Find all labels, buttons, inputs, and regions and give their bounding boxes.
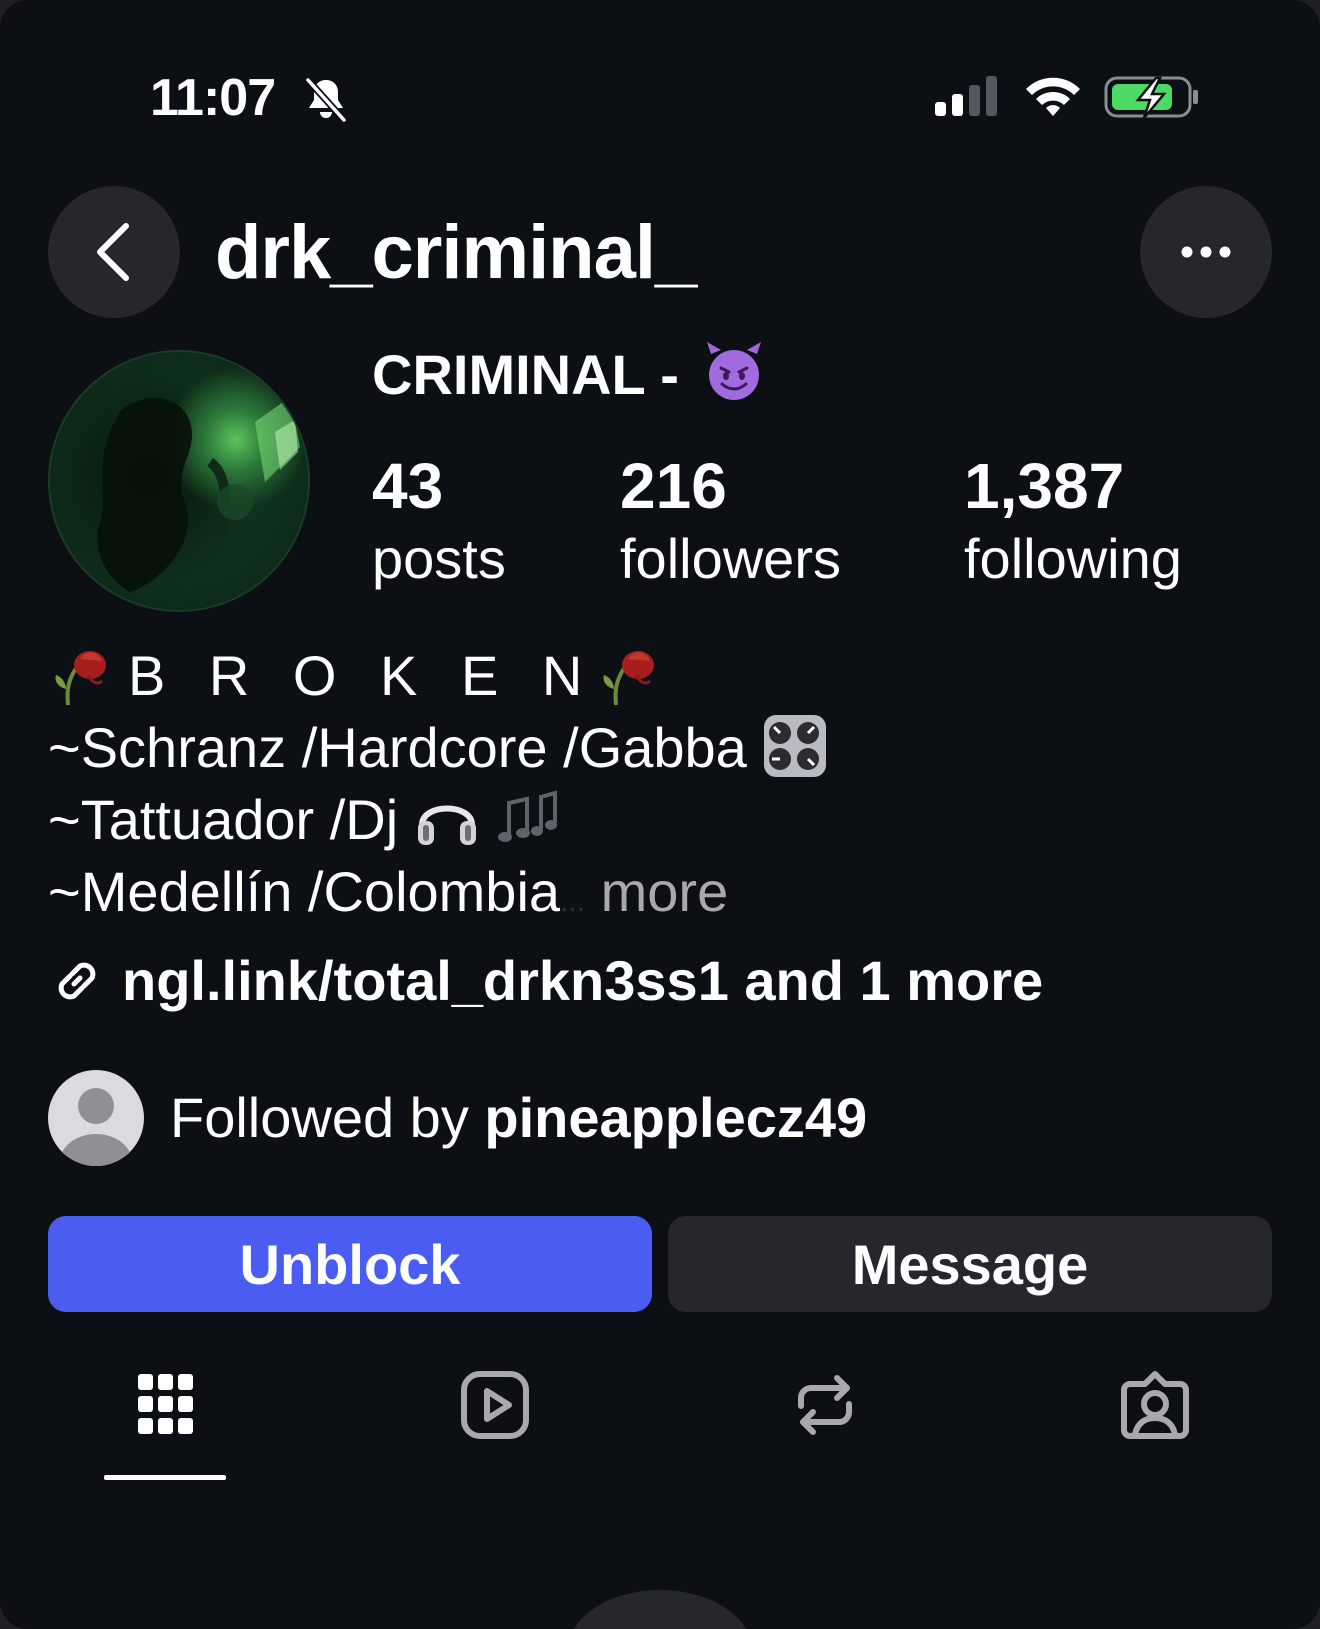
cellular-signal-icon [935, 76, 997, 116]
profile-link-text: ngl.link/total_drkn3ss1 and 1 more [122, 949, 1044, 1012]
bio-job-text: ~Tattuador /Dj [48, 788, 399, 851]
musical-notes-emoji-icon [498, 790, 558, 842]
stat-followers[interactable]: 216 followers [620, 448, 841, 594]
avatar-image [97, 397, 300, 592]
reposts-icon [798, 1375, 852, 1435]
bio-location-text: ~Medellín /Colombia [48, 860, 561, 923]
wilted-flower-emoji-icon [55, 651, 106, 706]
content-tabs [0, 1370, 1320, 1480]
more-horizontal-icon [1181, 246, 1231, 258]
tab-reels[interactable] [435, 1370, 555, 1480]
bio-line-job: ~Tattuador /Dj [48, 784, 828, 856]
stat-following-value: 1,387 [964, 450, 1125, 522]
profile-bio: B R O K E N ~Schranz /Hardcore /Gabba ~T… [48, 640, 828, 928]
bio-broken-text: B R O K E N [128, 644, 597, 707]
tab-tagged[interactable] [1095, 1370, 1215, 1480]
bio-more-link[interactable]: more [601, 860, 729, 923]
wifi-icon [1026, 77, 1080, 116]
tab-posts-grid[interactable] [105, 1370, 225, 1480]
options-button[interactable] [1140, 186, 1272, 318]
reels-icon [461, 1371, 529, 1439]
tab-reposts[interactable] [765, 1370, 885, 1480]
profile-username: drk_criminal_ [215, 210, 697, 295]
stat-following-label: following [964, 527, 1182, 590]
grid-icon [138, 1374, 193, 1434]
bio-ellipsis: ... [560, 885, 586, 918]
default-user-icon [60, 1088, 132, 1166]
followed-by-prefix: Followed by [170, 1086, 469, 1149]
status-bar: 11:07 [0, 0, 1320, 150]
followed-by-text: Followed by pineapplecz49 [170, 1070, 867, 1166]
stat-followers-label: followers [620, 527, 841, 590]
floating-bubble[interactable] [568, 1590, 752, 1629]
active-tab-indicator [104, 1475, 226, 1480]
follower-avatar [48, 1070, 144, 1166]
profile-link[interactable]: ngl.link/total_drkn3ss1 and 1 more [48, 945, 1043, 1017]
stat-followers-value: 216 [620, 450, 727, 522]
bio-line-genres: ~Schranz /Hardcore /Gabba [48, 712, 828, 784]
battery-charging-icon [1104, 76, 1198, 119]
message-button[interactable]: Message [668, 1216, 1272, 1312]
stat-posts-value: 43 [372, 450, 444, 522]
bio-line-location: ~Medellín /Colombia... more [48, 856, 828, 928]
wilted-flower-emoji-icon [603, 651, 655, 706]
followed-by-user[interactable]: pineapplecz49 [484, 1086, 867, 1149]
stat-following[interactable]: 1,387 following [964, 448, 1182, 594]
profile-avatar[interactable] [48, 350, 310, 612]
back-button[interactable] [48, 186, 180, 318]
bio-line-broken: B R O K E N [48, 640, 828, 712]
status-time: 11:07 [150, 69, 276, 127]
silent-bell-icon [305, 77, 347, 123]
chevron-left-icon [97, 223, 129, 281]
stat-posts[interactable]: 43 posts [372, 448, 506, 594]
stat-posts-label: posts [372, 527, 506, 590]
display-name: CRIMINAL - [372, 340, 765, 410]
headphones-emoji-icon [417, 805, 476, 845]
link-icon [58, 962, 96, 1000]
display-name-text: CRIMINAL - [372, 343, 679, 406]
tagged-icon [1121, 1371, 1189, 1439]
control-knobs-emoji-icon [764, 715, 827, 777]
bio-genres-text: ~Schranz /Hardcore /Gabba [48, 716, 747, 779]
smiling-devil-emoji-icon [706, 342, 761, 400]
unblock-button[interactable]: Unblock [48, 1216, 652, 1312]
profile-screen: 11:07 drk_criminal_ CRIMINAL - 43 posts … [0, 0, 1320, 1629]
